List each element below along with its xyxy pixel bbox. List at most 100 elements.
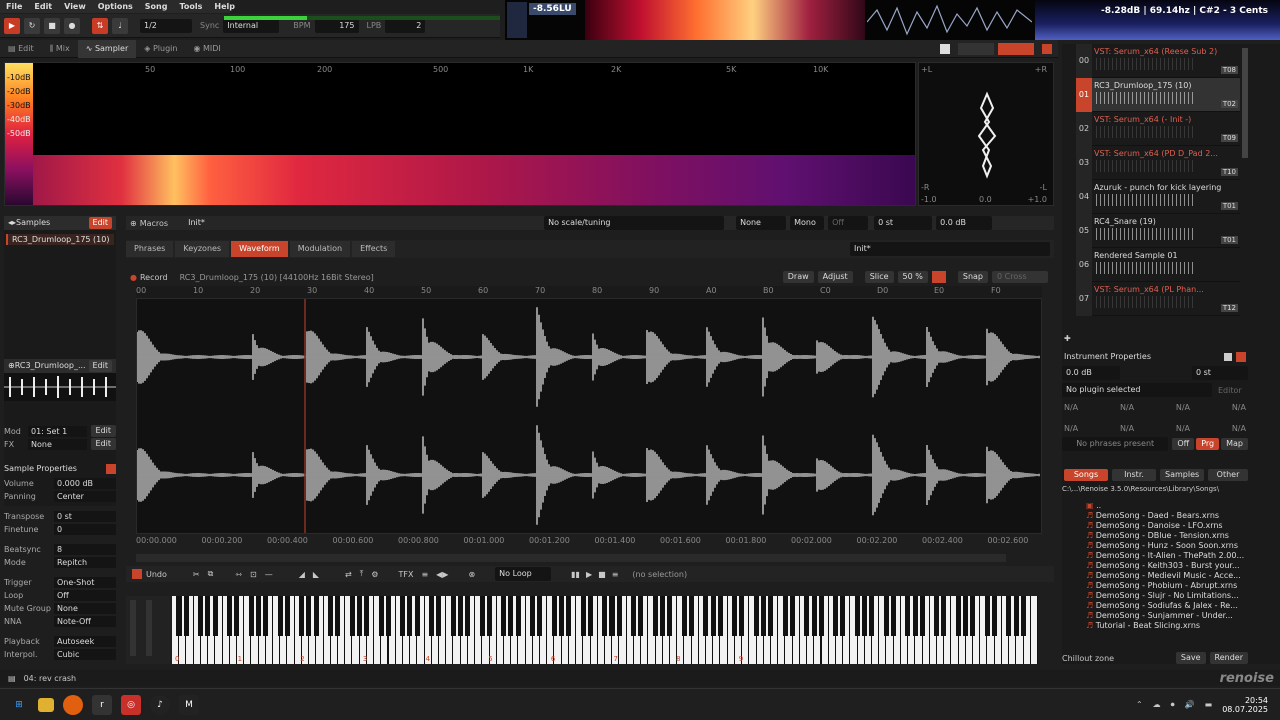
tab-waveform[interactable]: Waveform [231, 241, 288, 257]
glide-off-field[interactable]: Off [828, 216, 869, 230]
black-key[interactable] [407, 596, 413, 636]
browser-tab-instruments[interactable]: Instr. [1112, 469, 1156, 481]
file-item[interactable]: ♬ DemoSong - Sunjammer - Under... [1062, 611, 1248, 621]
tab-keyzones[interactable]: Keyzones [175, 241, 230, 257]
black-key[interactable] [602, 596, 608, 636]
property-value[interactable]: Center [54, 490, 116, 502]
render-button[interactable]: Render [1209, 652, 1248, 664]
music-app-icon[interactable]: M [179, 694, 199, 715]
undo-button[interactable]: Undo [146, 570, 167, 579]
property-value[interactable]: Repitch [54, 556, 116, 568]
black-key[interactable] [349, 596, 355, 636]
black-key[interactable] [479, 596, 485, 636]
instrument-item[interactable]: 02 VST: Serum_x64 (- Init -) T09 [1076, 112, 1240, 146]
instrument-volume-field[interactable]: 0.0 dB [936, 216, 993, 230]
mono-toggle[interactable]: Mono [790, 216, 825, 230]
black-key[interactable] [681, 596, 687, 636]
black-key[interactable] [457, 596, 463, 636]
file-item[interactable]: ♬ DemoSong - Hunz - Soon Soon.xrns [1062, 541, 1248, 551]
phrase-off-button[interactable]: Off [1172, 438, 1195, 450]
expand-icon[interactable]: ◂▸ [8, 216, 16, 230]
silence-icon[interactable]: — [265, 570, 273, 579]
black-key[interactable] [890, 596, 896, 636]
tray-chevron-icon[interactable]: ⌃ [1136, 700, 1143, 709]
tab-midi[interactable]: ◉ MIDI [185, 40, 228, 58]
cross-select[interactable]: 0 Cross [992, 271, 1048, 283]
spectrum-mode-icon[interactable] [998, 43, 1034, 55]
windows-start-icon[interactable]: ⊞ [9, 695, 29, 715]
black-key[interactable] [226, 596, 233, 636]
tab-phrases[interactable]: Phrases [126, 241, 174, 257]
instrument-item[interactable]: 03 VST: Serum_x64 (PD D_Pad 2... T10 [1076, 146, 1240, 180]
black-key[interactable] [688, 596, 694, 636]
samples-edit-button[interactable]: Edit [88, 217, 112, 229]
file-item[interactable]: ♬ DemoSong - Medievil Music - Acce... [1062, 571, 1248, 581]
black-key[interactable] [580, 596, 586, 636]
black-key[interactable] [566, 596, 572, 636]
close-icon[interactable] [1042, 44, 1052, 54]
maximize-icon[interactable] [1224, 353, 1232, 361]
black-key[interactable] [818, 596, 824, 636]
instrument-item[interactable]: 01 RC3_Drumloop_175 (10) T02 [1076, 78, 1240, 112]
instrument-item[interactable]: 00 VST: Serum_x64 (Reese Sub 2) T08 [1076, 44, 1240, 78]
tuning-select[interactable]: No scale/tuning [544, 216, 725, 230]
sync-select[interactable]: Internal [223, 18, 280, 33]
audio-app-icon[interactable]: ♪ [150, 694, 170, 715]
black-key[interactable] [328, 596, 334, 636]
property-value[interactable]: One-Shot [54, 576, 116, 588]
subtab-preset-select[interactable]: Init* [850, 242, 1050, 256]
record-label[interactable]: Record [140, 273, 168, 282]
black-key[interactable] [414, 596, 420, 636]
network-icon[interactable]: ▬ [1205, 700, 1213, 709]
detach-icon[interactable]: ⊗ [468, 570, 475, 579]
black-key[interactable] [176, 596, 182, 636]
loop-button[interactable]: ↻ [24, 17, 40, 34]
black-key[interactable] [378, 596, 384, 636]
property-value[interactable]: Note-Off [54, 615, 116, 627]
black-key[interactable] [263, 596, 269, 636]
black-key[interactable] [212, 596, 218, 636]
file-item[interactable]: ♬ DemoSong - Danoise - LFO.xrns [1062, 521, 1248, 531]
black-key[interactable] [558, 596, 564, 636]
tab-mix[interactable]: ⫼ Mix [42, 40, 78, 58]
black-key[interactable] [400, 596, 406, 636]
black-key[interactable] [616, 596, 622, 636]
black-key[interactable] [854, 596, 860, 636]
black-key[interactable] [198, 596, 204, 636]
menu-edit[interactable]: Edit [28, 0, 58, 13]
black-key[interactable] [833, 596, 839, 636]
black-key[interactable] [963, 596, 969, 636]
browser-path[interactable]: C:\...\Renoise 3.5.0\Resources\Library\S… [1062, 485, 1248, 495]
instrument-preset-select[interactable]: Init* [184, 216, 504, 230]
black-key[interactable] [991, 596, 997, 636]
save-button[interactable]: Save [1175, 652, 1206, 664]
fade-in-icon[interactable]: ◢ [299, 570, 305, 579]
file-item[interactable]: ♬ Tutorial - Beat Slicing.xrns [1062, 621, 1248, 631]
black-key[interactable] [753, 596, 759, 636]
tfx-icon[interactable]: TFX [398, 570, 413, 579]
spectrum-toggle-icon[interactable] [940, 44, 950, 54]
black-key[interactable] [299, 596, 305, 636]
black-key[interactable] [234, 596, 240, 636]
browser-tab-samples[interactable]: Samples [1160, 469, 1204, 481]
clock[interactable]: 20:54 08.07.2025 [1222, 696, 1268, 714]
mod-select[interactable]: 01: Set 1 [28, 425, 87, 437]
copy-icon[interactable]: ⧉ [208, 569, 214, 579]
slice-button[interactable]: Slice [864, 271, 894, 283]
cloud-icon[interactable]: ☁ [1153, 700, 1161, 709]
black-key[interactable] [912, 596, 918, 636]
black-key[interactable] [385, 596, 391, 636]
menu-view[interactable]: View [58, 0, 92, 13]
tab-modulation[interactable]: Modulation [289, 241, 351, 257]
black-key[interactable] [789, 596, 795, 636]
black-key[interactable] [486, 596, 492, 636]
list-icon[interactable]: ≡ [421, 570, 428, 579]
black-key[interactable] [782, 596, 788, 636]
tab-effects[interactable]: Effects [352, 241, 396, 257]
property-value[interactable]: 0 [54, 523, 116, 535]
mic-icon[interactable]: ⏺ [1171, 700, 1175, 710]
phrases-select[interactable]: No phrases present [1062, 437, 1169, 451]
instrument-item[interactable]: 04 Azuruk - punch for kick layering T01 [1076, 180, 1240, 214]
black-key[interactable] [631, 596, 637, 636]
menu-options[interactable]: Options [92, 0, 139, 13]
